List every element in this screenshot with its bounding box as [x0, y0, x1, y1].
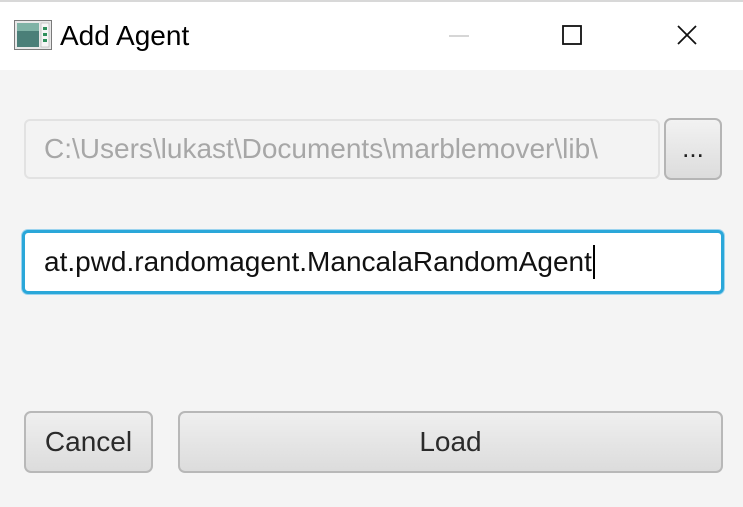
title-bar[interactable]: Add Agent — [0, 0, 743, 70]
maximize-button[interactable] — [516, 0, 628, 70]
close-icon — [677, 25, 697, 45]
window-title: Add Agent — [60, 20, 190, 51]
add-agent-dialog: Add Agent C:\Users\lukast\Documents\marb… — [0, 0, 743, 507]
maximize-icon — [562, 25, 582, 45]
agent-class-text: at.pwd.randomagent.MancalaRandomAgent — [44, 246, 592, 277]
app-icon — [14, 20, 52, 50]
dialog-content: C:\Users\lukast\Documents\marblemover\li… — [0, 70, 743, 507]
minimize-icon — [449, 35, 469, 37]
browse-button[interactable]: ... — [664, 118, 722, 180]
agent-class-input[interactable]: at.pwd.randomagent.MancalaRandomAgent — [22, 230, 724, 294]
text-caret — [592, 244, 595, 279]
library-path-field: C:\Users\lukast\Documents\marblemover\li… — [24, 119, 660, 179]
minimize-button[interactable] — [403, 0, 515, 70]
library-path-text: C:\Users\lukast\Documents\marblemover\li… — [44, 133, 598, 164]
close-button[interactable] — [631, 0, 743, 70]
load-button[interactable]: Load — [178, 411, 723, 473]
cancel-button[interactable]: Cancel — [24, 411, 153, 473]
